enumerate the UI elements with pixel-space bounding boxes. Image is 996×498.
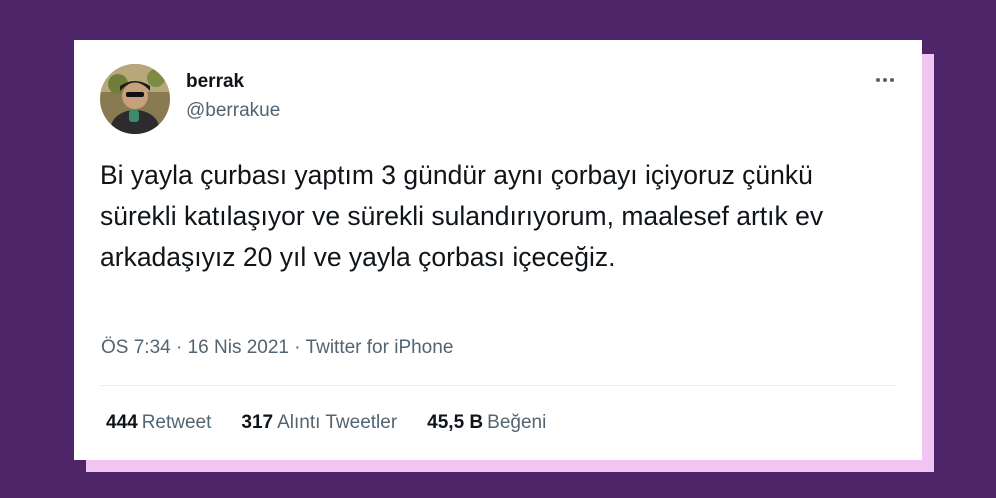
avatar[interactable] bbox=[100, 64, 170, 134]
tweet-text: Bi yayla çurbası yaptım 3 gündür aynı ço… bbox=[100, 160, 824, 272]
likes-stat[interactable]: 45,5 B Beğeni bbox=[427, 412, 546, 434]
quotes-stat[interactable]: 317 Alıntı Tweetler bbox=[241, 412, 397, 434]
likes-count: 45,5 B bbox=[427, 412, 484, 433]
retweets-count: 444 bbox=[106, 412, 138, 433]
tweet-meta[interactable]: ÖS 7:34 · 16 Nis 2021 · Twitter for iPho… bbox=[101, 337, 453, 359]
author-handle[interactable]: @berrakue bbox=[186, 100, 280, 122]
divider bbox=[100, 385, 896, 386]
author-name[interactable]: berrak bbox=[186, 71, 244, 93]
likes-label: Beğeni bbox=[487, 412, 547, 433]
tweet-stats: 444 Retweet 317 Alıntı Tweetler 45,5 B Beğe… bbox=[106, 412, 546, 434]
retweets-stat[interactable]: 444 Retweet bbox=[106, 412, 211, 434]
quotes-count: 317 bbox=[241, 412, 274, 433]
retweets-label: Retweet bbox=[141, 412, 212, 433]
quotes-label: Alıntı Tweetler bbox=[277, 412, 398, 433]
tweet-card: berrak @berrakue Bi yayla çurbası yaptım… bbox=[74, 40, 922, 460]
more-options-icon[interactable] bbox=[870, 68, 900, 92]
